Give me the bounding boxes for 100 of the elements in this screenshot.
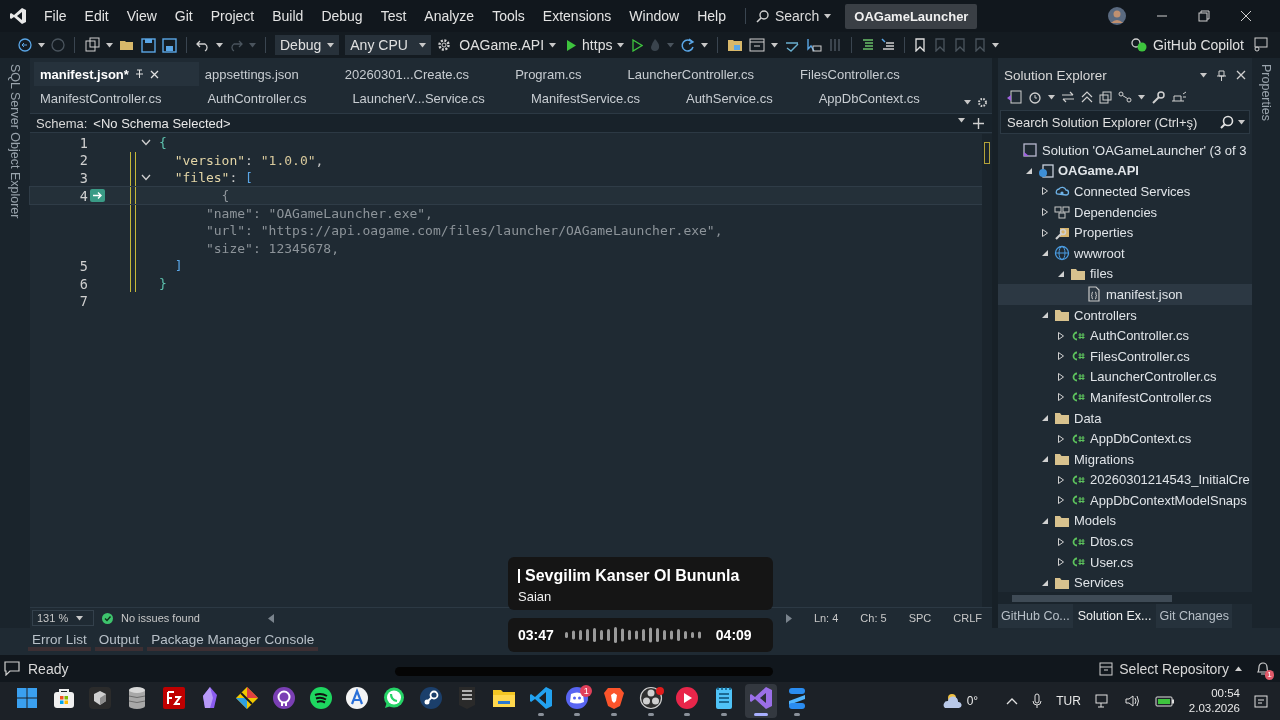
expanded-arrow-icon[interactable] xyxy=(1041,517,1049,525)
filter-icon[interactable] xyxy=(1118,91,1132,103)
undo-icon[interactable] xyxy=(196,38,210,52)
panel-tab[interactable]: Git Changes xyxy=(1156,604,1232,628)
caret-icon[interactable] xyxy=(327,42,335,48)
play-circle-icon[interactable] xyxy=(675,686,700,710)
whitespace-indicator[interactable]: SPC xyxy=(908,612,932,624)
menu-item[interactable]: Debug xyxy=(312,8,372,24)
caret-icon[interactable] xyxy=(1048,94,1055,100)
menu-item[interactable]: Analyze xyxy=(415,8,484,24)
bookmark-icon[interactable] xyxy=(914,38,927,52)
tree-item[interactable]: ManifestController.cs xyxy=(998,387,1252,408)
menu-item[interactable]: Help xyxy=(688,8,735,24)
folder-browse-icon[interactable] xyxy=(727,38,744,52)
scroll-left-icon[interactable] xyxy=(267,613,274,623)
editor-tab[interactable]: appsettings.json xyxy=(198,62,339,86)
expanded-arrow-icon[interactable] xyxy=(1041,311,1049,320)
caret-icon[interactable] xyxy=(701,42,709,48)
editor-tab[interactable]: ManifestService.cs xyxy=(524,86,680,110)
diamond-icon[interactable] xyxy=(235,686,260,710)
editor-tab[interactable]: LauncherV...Service.cs xyxy=(346,86,525,110)
collapsed-arrow-icon[interactable] xyxy=(1057,475,1065,484)
expanded-arrow-icon[interactable] xyxy=(1025,166,1033,175)
tree-item[interactable]: Migrations xyxy=(998,448,1252,470)
menu-item[interactable]: File xyxy=(35,8,76,24)
window-layout-icon[interactable] xyxy=(749,38,766,52)
run-without-debugging-icon[interactable] xyxy=(632,38,644,52)
collapsed-arrow-icon[interactable] xyxy=(1057,537,1065,546)
tree-item[interactable]: User.cs xyxy=(998,551,1252,573)
expanded-arrow-icon[interactable] xyxy=(1041,455,1049,464)
vertical-scrollbar[interactable] xyxy=(982,134,992,607)
configuration-dropdown[interactable]: Debug xyxy=(275,35,340,55)
caret-icon[interactable] xyxy=(824,13,832,19)
comment-lines-icon[interactable] xyxy=(861,38,876,52)
steam-icon[interactable] xyxy=(418,686,443,710)
sync-icon[interactable] xyxy=(1061,91,1075,103)
tree-item[interactable]: Models xyxy=(998,510,1252,532)
fold-chevron-icon[interactable] xyxy=(141,139,151,147)
avatar-icon[interactable] xyxy=(1108,7,1126,25)
menu-item[interactable]: Tools xyxy=(483,8,534,24)
tree-item[interactable]: OAGame.API xyxy=(998,160,1252,182)
expanded-arrow-icon[interactable] xyxy=(1057,269,1065,278)
octocat-icon[interactable] xyxy=(271,686,296,710)
tree-item[interactable]: manifest.json xyxy=(998,284,1252,305)
collapsed-arrow-icon[interactable] xyxy=(1057,372,1065,381)
search-field[interactable]: Search Solution Explorer (Ctrl+ş) xyxy=(1000,110,1250,134)
collapsed-arrow-icon[interactable] xyxy=(1057,496,1065,505)
editor-tab[interactable]: 20260301...Create.cs xyxy=(338,62,510,86)
tree-item[interactable]: Connected Services xyxy=(998,181,1252,202)
collapsed-arrow-icon[interactable] xyxy=(1057,352,1065,361)
start-debugging-button[interactable]: https xyxy=(564,37,627,53)
input-language[interactable]: TUR xyxy=(1056,694,1081,708)
menu-item[interactable]: Window xyxy=(620,8,689,24)
battery-icon[interactable] xyxy=(1154,695,1175,707)
microphone-icon[interactable] xyxy=(1032,693,1043,709)
search-button[interactable]: Search xyxy=(744,8,832,24)
tree-item[interactable]: 20260301214543_InitialCre xyxy=(998,469,1252,491)
expanded-arrow-icon[interactable] xyxy=(1041,414,1049,422)
lion-shield-icon[interactable] xyxy=(602,686,626,710)
line-indicator[interactable]: Ln: 4 xyxy=(813,612,839,624)
close-icon[interactable] xyxy=(1240,10,1252,22)
ftp-client-icon[interactable] xyxy=(161,686,186,710)
caret-icon[interactable] xyxy=(419,42,427,48)
caret-icon[interactable] xyxy=(964,100,971,105)
schema-dropdown[interactable]: <No Schema Selected> xyxy=(93,115,231,131)
platform-dropdown[interactable]: Any CPU xyxy=(345,35,432,55)
settings-icon[interactable] xyxy=(977,97,988,108)
tree-item[interactable]: Solution 'OAGameLauncher' (3 of 3 xyxy=(998,140,1252,161)
tool-window-tab[interactable]: Error List xyxy=(28,632,91,651)
tool-window-tab[interactable]: Output xyxy=(94,632,144,651)
cube-icon[interactable] xyxy=(88,686,113,710)
editor-tab[interactable]: manifest.json* xyxy=(34,62,199,86)
close-icon[interactable] xyxy=(1236,70,1246,80)
new-item-icon[interactable] xyxy=(84,37,100,53)
clock[interactable]: 00:54 2.03.2026 xyxy=(1188,686,1240,716)
refresh-icon[interactable] xyxy=(680,37,696,53)
editor-tab[interactable]: AppDbContext.cs xyxy=(812,86,960,110)
notification-center-icon[interactable] xyxy=(1254,694,1268,708)
collapsed-arrow-icon[interactable] xyxy=(1057,331,1065,340)
menu-item[interactable]: Test xyxy=(371,8,416,24)
menu-item[interactable]: Project xyxy=(201,8,264,24)
caret-icon[interactable] xyxy=(549,42,557,48)
collapsed-arrow-icon[interactable] xyxy=(1041,208,1049,217)
tree-item[interactable]: Controllers xyxy=(998,304,1252,326)
editor-tab[interactable]: AuthController.cs xyxy=(201,86,347,110)
copilot-button[interactable]: GitHub Copilot xyxy=(1127,37,1246,53)
editor-tab[interactable]: FilesController.cs xyxy=(794,62,940,86)
caret-icon[interactable] xyxy=(1200,72,1207,78)
volume-icon[interactable] xyxy=(1124,694,1141,708)
fold-chevron-icon[interactable] xyxy=(141,174,151,182)
caret-icon[interactable] xyxy=(216,42,223,48)
collapsed-arrow-icon[interactable] xyxy=(1041,187,1049,196)
cursor-icon[interactable] xyxy=(806,38,823,52)
panel-tab[interactable]: GitHub Co... xyxy=(998,604,1073,628)
caret-icon[interactable] xyxy=(106,42,113,48)
caret-icon[interactable] xyxy=(76,615,84,621)
bell-icon[interactable] xyxy=(1256,661,1270,676)
expanded-arrow-icon[interactable] xyxy=(1041,578,1049,587)
issues-status[interactable]: No issues found xyxy=(121,612,200,624)
scroll-right-icon[interactable] xyxy=(785,613,792,623)
